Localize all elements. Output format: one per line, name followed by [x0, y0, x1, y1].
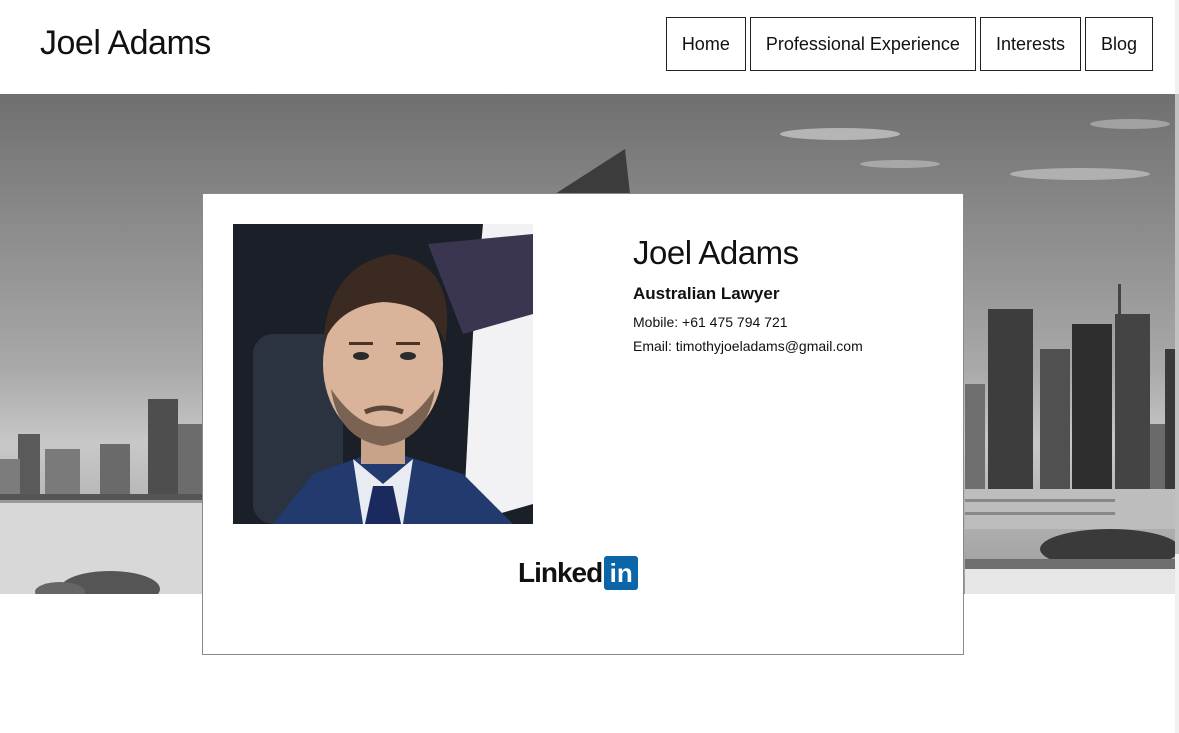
profile-name: Joel Adams	[633, 234, 799, 271]
profile-card: Joel Adams Australian Lawyer Mobile: +61…	[202, 193, 964, 655]
linkedin-badge: in	[604, 556, 639, 590]
portrait-image	[233, 224, 533, 524]
main-nav: Home Professional Experience Interests B…	[665, 17, 1153, 71]
nav-professional-experience-button[interactable]: Professional Experience	[749, 17, 976, 71]
scrollbar-thumb[interactable]	[1175, 94, 1179, 554]
profile-info: Joel Adams Australian Lawyer Mobile: +61…	[633, 234, 863, 362]
profile-photo	[233, 224, 533, 524]
linkedin-wordmark: Linked	[518, 557, 603, 588]
profile-email: Email: timothyjoeladams@gmail.com	[633, 338, 863, 354]
site-title[interactable]: Joel Adams	[40, 24, 211, 63]
linkedin-icon[interactable]: Linked in	[518, 556, 639, 590]
nav-home-button[interactable]: Home	[665, 17, 746, 71]
nav-blog-button[interactable]: Blog	[1084, 17, 1153, 71]
nav-interests-button[interactable]: Interests	[979, 17, 1081, 71]
site-header: Joel Adams Home Professional Experience …	[0, 0, 1175, 94]
profile-mobile: Mobile: +61 475 794 721	[633, 314, 788, 330]
profile-role: Australian Lawyer	[633, 284, 780, 303]
